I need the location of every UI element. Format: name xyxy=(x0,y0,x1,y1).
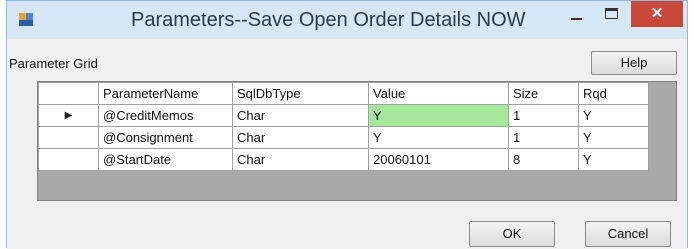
dialog-client-area: Parameter Grid Help ParameterName SqlDbT… xyxy=(7,39,687,249)
help-button[interactable]: Help xyxy=(591,51,677,75)
table-row[interactable]: @StartDate Char 20060101 8 Y xyxy=(38,148,649,171)
title-bar[interactable]: Parameters--Save Open Order Details NOW … xyxy=(7,1,687,39)
window-title: Parameters--Save Open Order Details NOW xyxy=(131,9,526,31)
row-header[interactable] xyxy=(38,126,99,149)
cell-sqldbtype[interactable]: Char xyxy=(232,148,369,171)
cell-parameter-name[interactable]: @StartDate xyxy=(98,148,233,171)
close-icon: ✕ xyxy=(650,5,664,22)
column-header-sqldbtype[interactable]: SqlDbType xyxy=(232,82,369,105)
parameter-grid[interactable]: ParameterName SqlDbType Value Size Rqd ▶… xyxy=(37,81,677,201)
cell-rqd[interactable]: Y xyxy=(578,104,649,127)
cell-size[interactable]: 1 xyxy=(508,126,579,149)
cell-parameter-name[interactable]: @CreditMemos xyxy=(98,104,233,127)
maximize-icon xyxy=(605,8,618,19)
cell-sqldbtype[interactable]: Char xyxy=(232,126,369,149)
cell-size[interactable]: 8 xyxy=(508,148,579,171)
maximize-button[interactable] xyxy=(597,1,627,27)
ok-button[interactable]: OK xyxy=(469,221,555,247)
row-header[interactable] xyxy=(38,148,99,171)
column-header-value[interactable]: Value xyxy=(368,82,509,105)
table-row[interactable]: ▶ @CreditMemos Char Y 1 Y xyxy=(38,104,649,127)
cell-rqd[interactable]: Y xyxy=(578,148,649,171)
table-row[interactable]: @Consignment Char Y 1 Y xyxy=(38,126,649,149)
current-row-icon: ▶ xyxy=(64,110,73,121)
dialog-window: Parameters--Save Open Order Details NOW … xyxy=(6,0,688,249)
app-icon xyxy=(19,13,33,26)
minimize-icon xyxy=(571,18,582,20)
cell-size[interactable]: 1 xyxy=(508,104,579,127)
parameter-grid-label: Parameter Grid xyxy=(9,56,98,71)
cancel-button[interactable]: Cancel xyxy=(585,221,671,247)
close-button[interactable]: ✕ xyxy=(631,1,683,27)
cell-rqd[interactable]: Y xyxy=(578,126,649,149)
row-header[interactable]: ▶ xyxy=(38,104,99,127)
column-header-parametername[interactable]: ParameterName xyxy=(98,82,233,105)
cell-value[interactable]: Y xyxy=(368,126,509,149)
minimize-button[interactable] xyxy=(563,1,589,27)
header-row: ParameterName SqlDbType Value Size Rqd xyxy=(38,82,649,105)
cell-parameter-name[interactable]: @Consignment xyxy=(98,126,233,149)
parameter-table: ParameterName SqlDbType Value Size Rqd ▶… xyxy=(38,82,649,171)
column-header-rqd[interactable]: Rqd xyxy=(578,82,649,105)
cell-value-selected[interactable]: Y xyxy=(368,104,509,127)
cell-sqldbtype[interactable]: Char xyxy=(232,104,369,127)
column-header-size[interactable]: Size xyxy=(508,82,579,105)
cell-value[interactable]: 20060101 xyxy=(368,148,509,171)
row-header-corner xyxy=(38,82,99,105)
